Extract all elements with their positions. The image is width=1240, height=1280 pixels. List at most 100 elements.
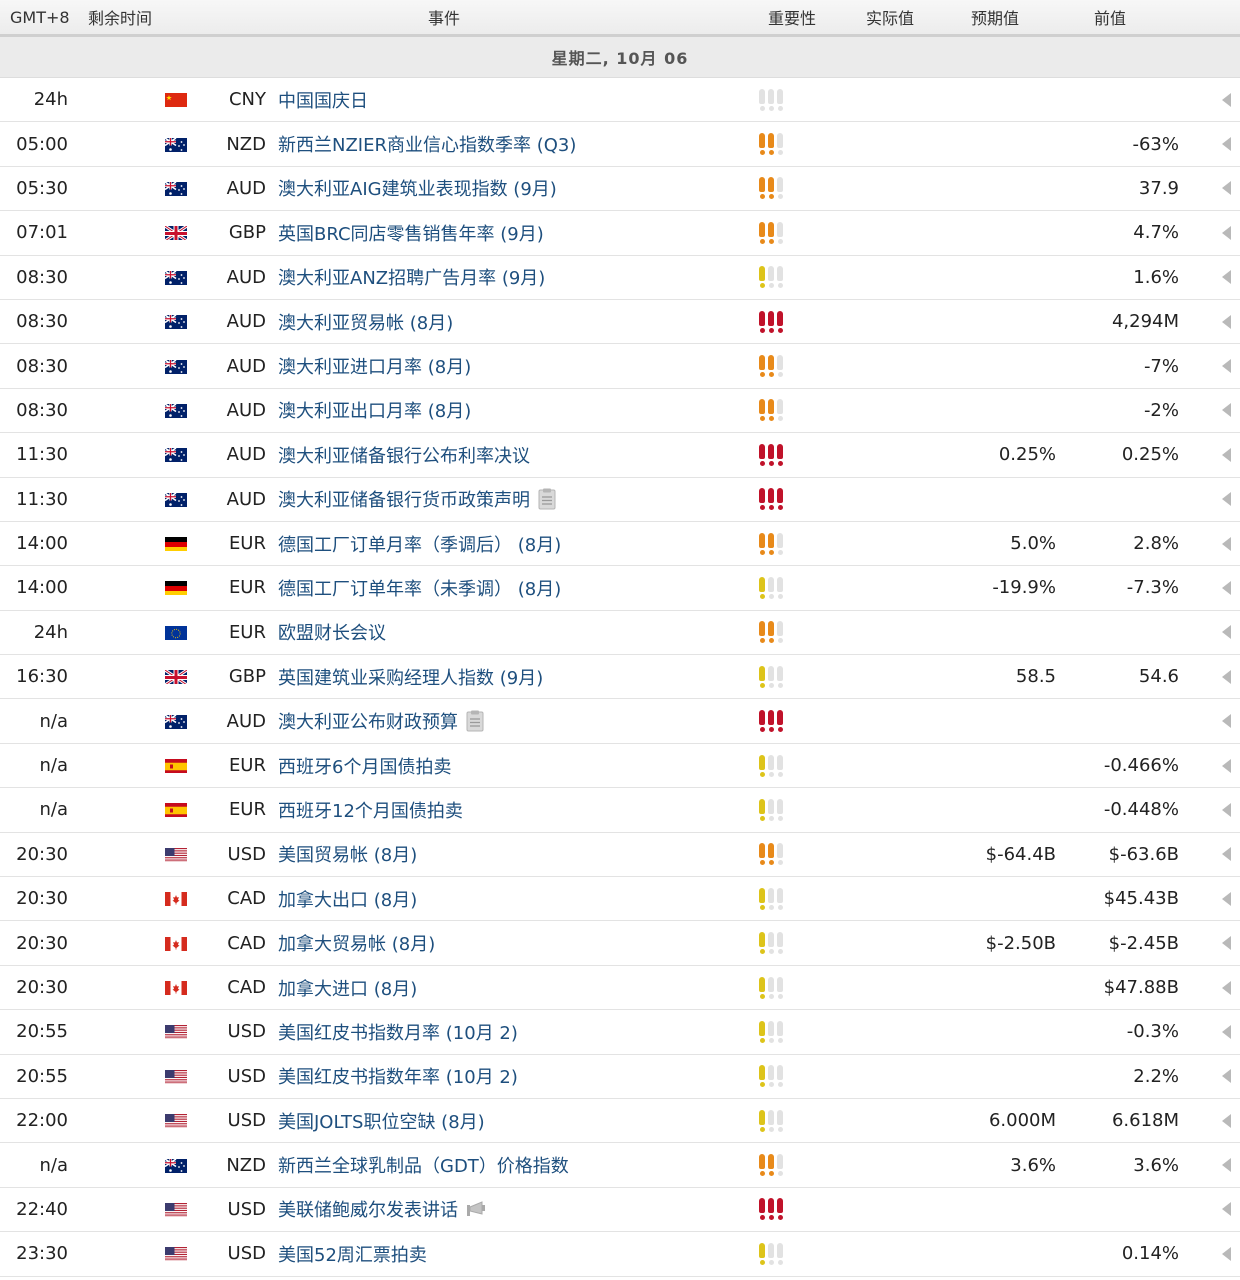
event-title[interactable]: 西班牙6个月国债拍卖 xyxy=(278,753,451,779)
event-title-cell[interactable]: 德国工厂订单月率（季调后） (8月) xyxy=(278,531,758,557)
event-row[interactable]: 24h CNY 中国国庆日 xyxy=(0,78,1240,123)
expand-arrow-icon[interactable] xyxy=(1179,314,1240,329)
event-title[interactable]: 美国52周汇票拍卖 xyxy=(278,1241,427,1267)
event-row[interactable]: 20:55 USD 美国红皮书指数年率 (10月 2) 2.2% xyxy=(0,1055,1240,1099)
event-title[interactable]: 美国红皮书指数年率 (10月 2) xyxy=(278,1063,518,1089)
event-title-cell[interactable]: 西班牙6个月国债拍卖 xyxy=(278,753,758,779)
event-title[interactable]: 欧盟财长会议 xyxy=(278,619,386,645)
event-row[interactable]: 20:30 USD 美国贸易帐 (8月) $-64.4B $-63.6B xyxy=(0,833,1240,878)
expand-arrow-icon[interactable] xyxy=(1179,1246,1240,1261)
event-title-cell[interactable]: 中国国庆日 xyxy=(278,87,758,113)
event-title[interactable]: 英国建筑业采购经理人指数 (9月) xyxy=(278,664,543,690)
event-title[interactable]: 美联储鲍威尔发表讲话 xyxy=(278,1196,458,1222)
event-row[interactable]: 22:00 USD 美国JOLTS职位空缺 (8月) 6.000M 6.618M xyxy=(0,1099,1240,1144)
event-title-cell[interactable]: 澳大利亚进口月率 (8月) xyxy=(278,353,758,379)
event-title-cell[interactable]: 新西兰全球乳制品（GDT）价格指数 xyxy=(278,1152,758,1178)
expand-arrow-icon[interactable] xyxy=(1179,1113,1240,1128)
event-row[interactable]: 08:30 AUD 澳大利亚贸易帐 (8月) 4,294M xyxy=(0,300,1240,345)
event-title[interactable]: 中国国庆日 xyxy=(278,87,368,113)
event-title[interactable]: 澳大利亚贸易帐 (8月) xyxy=(278,309,453,335)
event-row[interactable]: n/a EUR 西班牙12个月国债拍卖 -0.448% xyxy=(0,788,1240,833)
event-title[interactable]: 美国贸易帐 (8月) xyxy=(278,841,417,867)
expand-arrow-icon[interactable] xyxy=(1179,447,1240,462)
event-row[interactable]: 14:00 EUR 德国工厂订单年率（未季调） (8月) -19.9% -7.3… xyxy=(0,566,1240,611)
expand-arrow-icon[interactable] xyxy=(1179,802,1240,817)
event-title-cell[interactable]: 德国工厂订单年率（未季调） (8月) xyxy=(278,575,758,601)
event-title-cell[interactable]: 美国红皮书指数年率 (10月 2) xyxy=(278,1063,758,1089)
event-row[interactable]: 08:30 AUD 澳大利亚ANZ招聘广告月率 (9月) 1.6% xyxy=(0,256,1240,300)
event-title-cell[interactable]: 新西兰NZIER商业信心指数季率 (Q3) xyxy=(278,131,758,157)
event-title-cell[interactable]: 澳大利亚AIG建筑业表现指数 (9月) xyxy=(278,175,758,201)
event-title-cell[interactable]: 美国52周汇票拍卖 xyxy=(278,1241,758,1267)
expand-arrow-icon[interactable] xyxy=(1179,669,1240,684)
event-title-cell[interactable]: 澳大利亚出口月率 (8月) xyxy=(278,397,758,423)
event-title[interactable]: 新西兰NZIER商业信心指数季率 (Q3) xyxy=(278,131,576,157)
event-title-cell[interactable]: 澳大利亚储备银行货币政策声明 xyxy=(278,486,758,512)
event-title-cell[interactable]: 英国建筑业采购经理人指数 (9月) xyxy=(278,664,758,690)
event-title[interactable]: 澳大利亚进口月率 (8月) xyxy=(278,353,471,379)
event-title[interactable]: 加拿大出口 (8月) xyxy=(278,886,417,912)
event-row[interactable]: 22:40 USD 美联储鲍威尔发表讲话 xyxy=(0,1188,1240,1233)
expand-arrow-icon[interactable] xyxy=(1179,891,1240,906)
event-title[interactable]: 澳大利亚公布财政预算 xyxy=(278,708,458,734)
event-row[interactable]: 08:30 AUD 澳大利亚出口月率 (8月) -2% xyxy=(0,389,1240,434)
event-row[interactable]: 11:30 AUD 澳大利亚储备银行公布利率决议 0.25% 0.25% xyxy=(0,433,1240,478)
expand-arrow-icon[interactable] xyxy=(1179,847,1240,862)
event-title[interactable]: 澳大利亚AIG建筑业表现指数 (9月) xyxy=(278,175,557,201)
event-title[interactable]: 美国JOLTS职位空缺 (8月) xyxy=(278,1108,485,1134)
expand-arrow-icon[interactable] xyxy=(1179,1158,1240,1173)
event-row[interactable]: 24h EUR 欧盟财长会议 xyxy=(0,611,1240,656)
event-title[interactable]: 加拿大贸易帐 (8月) xyxy=(278,930,435,956)
event-row[interactable]: 07:01 GBP 英国BRC同店零售销售年率 (9月) 4.7% xyxy=(0,211,1240,256)
event-title-cell[interactable]: 加拿大贸易帐 (8月) xyxy=(278,930,758,956)
speech-icon[interactable] xyxy=(466,1199,486,1219)
event-row[interactable]: 08:30 AUD 澳大利亚进口月率 (8月) -7% xyxy=(0,344,1240,389)
event-row[interactable]: 16:30 GBP 英国建筑业采购经理人指数 (9月) 58.5 54.6 xyxy=(0,655,1240,700)
event-title[interactable]: 加拿大进口 (8月) xyxy=(278,975,417,1001)
event-title-cell[interactable]: 澳大利亚公布财政预算 xyxy=(278,708,758,734)
event-title[interactable]: 西班牙12个月国债拍卖 xyxy=(278,797,463,823)
document-icon[interactable] xyxy=(538,488,556,510)
event-row[interactable]: 20:55 USD 美国红皮书指数月率 (10月 2) -0.3% xyxy=(0,1010,1240,1055)
event-row[interactable]: 11:30 AUD 澳大利亚储备银行货币政策声明 xyxy=(0,478,1240,522)
event-title-cell[interactable]: 美国贸易帐 (8月) xyxy=(278,841,758,867)
expand-arrow-icon[interactable] xyxy=(1179,270,1240,285)
expand-arrow-icon[interactable] xyxy=(1179,625,1240,640)
expand-arrow-icon[interactable] xyxy=(1179,980,1240,995)
event-title-cell[interactable]: 美国红皮书指数月率 (10月 2) xyxy=(278,1019,758,1045)
event-title-cell[interactable]: 澳大利亚储备银行公布利率决议 xyxy=(278,442,758,468)
expand-arrow-icon[interactable] xyxy=(1179,936,1240,951)
event-title[interactable]: 澳大利亚ANZ招聘广告月率 (9月) xyxy=(278,264,545,290)
expand-arrow-icon[interactable] xyxy=(1179,536,1240,551)
event-title-cell[interactable]: 加拿大进口 (8月) xyxy=(278,975,758,1001)
event-row[interactable]: n/a EUR 西班牙6个月国债拍卖 -0.466% xyxy=(0,744,1240,789)
event-title-cell[interactable]: 欧盟财长会议 xyxy=(278,619,758,645)
event-title-cell[interactable]: 澳大利亚贸易帐 (8月) xyxy=(278,309,758,335)
expand-arrow-icon[interactable] xyxy=(1179,181,1240,196)
expand-arrow-icon[interactable] xyxy=(1179,225,1240,240)
event-title-cell[interactable]: 美国JOLTS职位空缺 (8月) xyxy=(278,1108,758,1134)
event-title[interactable]: 英国BRC同店零售销售年率 (9月) xyxy=(278,220,544,246)
expand-arrow-icon[interactable] xyxy=(1179,714,1240,729)
event-title-cell[interactable]: 英国BRC同店零售销售年率 (9月) xyxy=(278,220,758,246)
event-title-cell[interactable]: 加拿大出口 (8月) xyxy=(278,886,758,912)
event-row[interactable]: 05:30 AUD 澳大利亚AIG建筑业表现指数 (9月) 37.9 xyxy=(0,167,1240,212)
event-title[interactable]: 澳大利亚储备银行公布利率决议 xyxy=(278,442,530,468)
expand-arrow-icon[interactable] xyxy=(1179,1024,1240,1039)
event-title[interactable]: 德国工厂订单月率（季调后） (8月) xyxy=(278,531,561,557)
event-row[interactable]: 20:30 CAD 加拿大进口 (8月) $47.88B xyxy=(0,966,1240,1011)
expand-arrow-icon[interactable] xyxy=(1179,580,1240,595)
event-row[interactable]: 20:30 CAD 加拿大出口 (8月) $45.43B xyxy=(0,877,1240,922)
expand-arrow-icon[interactable] xyxy=(1179,137,1240,152)
timezone-header[interactable]: GMT+8 xyxy=(0,8,80,27)
event-row[interactable]: n/a AUD 澳大利亚公布财政预算 xyxy=(0,699,1240,744)
document-icon[interactable] xyxy=(466,710,484,732)
expand-arrow-icon[interactable] xyxy=(1179,1069,1240,1084)
event-title-cell[interactable]: 美联储鲍威尔发表讲话 xyxy=(278,1196,758,1222)
event-title[interactable]: 新西兰全球乳制品（GDT）价格指数 xyxy=(278,1152,569,1178)
expand-arrow-icon[interactable] xyxy=(1179,758,1240,773)
expand-arrow-icon[interactable] xyxy=(1179,492,1240,507)
event-title[interactable]: 德国工厂订单年率（未季调） (8月) xyxy=(278,575,561,601)
expand-arrow-icon[interactable] xyxy=(1179,92,1240,107)
event-row[interactable]: 20:30 CAD 加拿大贸易帐 (8月) $-2.50B $-2.45B xyxy=(0,921,1240,966)
